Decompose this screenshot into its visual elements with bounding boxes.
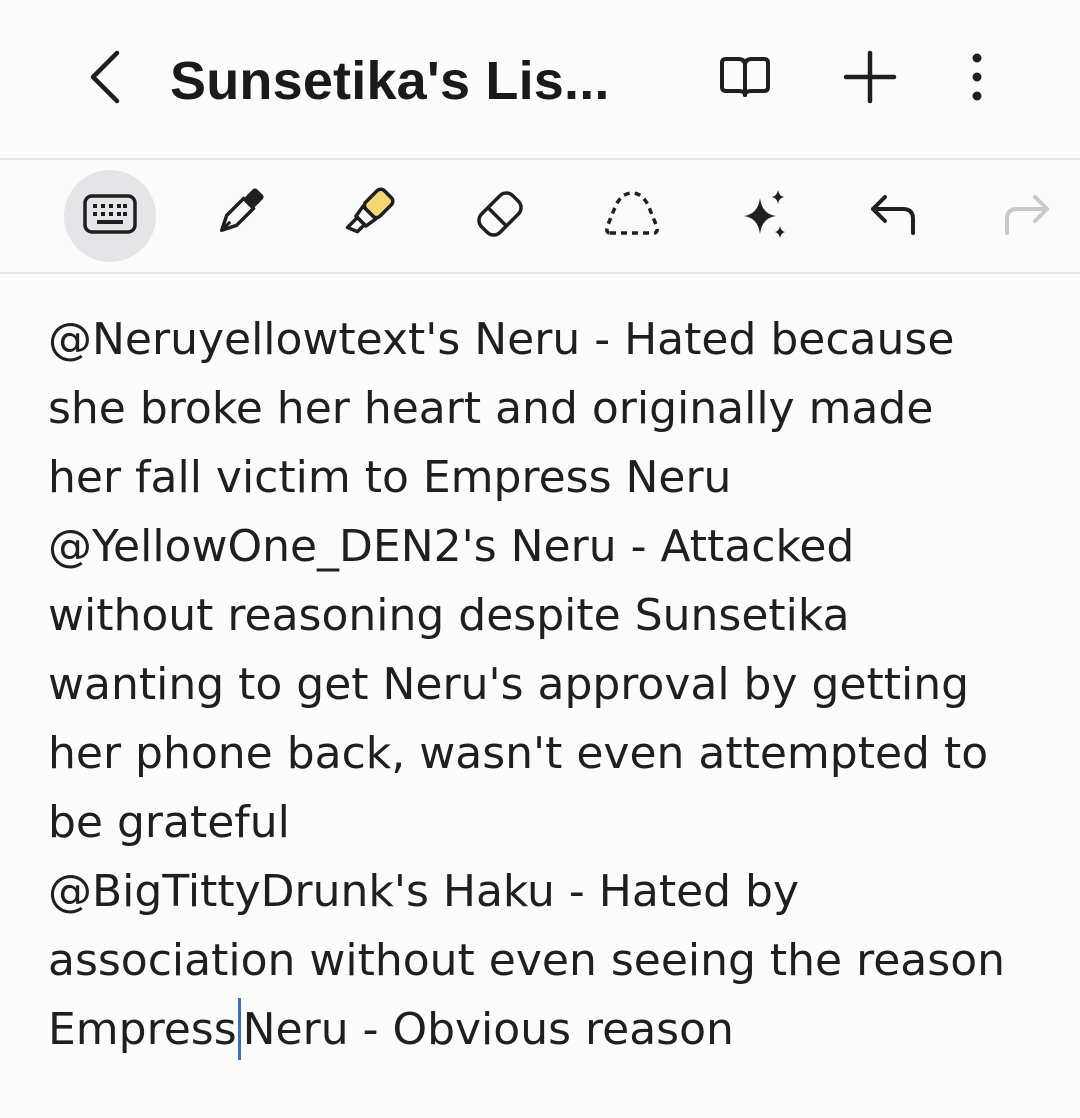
note-line: @YellowOne_DEN2's Neru - Attacked (48, 521, 855, 572)
drawing-toolbar (0, 158, 1080, 274)
undo-icon (867, 191, 921, 242)
note-line: @Neruyellowtext's Neru - Hated because (48, 314, 955, 365)
back-button[interactable] (70, 44, 140, 114)
eraser-icon (472, 186, 528, 247)
fountain-pen-icon (209, 185, 267, 248)
note-line: without reasoning despite Sunsetika (48, 590, 850, 641)
ai-assist-tool-button[interactable] (718, 170, 810, 262)
highlighter-tool-button[interactable] (322, 170, 414, 262)
lasso-select-tool-button[interactable] (586, 170, 678, 262)
pen-tool-button[interactable] (192, 170, 284, 262)
note-text-before-cursor: Empress (48, 1004, 237, 1055)
lasso-select-icon (602, 189, 662, 244)
app-header: Sunsetika's Lis... (0, 0, 1080, 158)
note-title[interactable]: Sunsetika's Lis... (170, 46, 610, 116)
plus-icon (842, 49, 898, 110)
note-line: she broke her heart and originally made (48, 383, 934, 434)
reading-mode-button[interactable] (710, 44, 780, 114)
note-line: be grateful (48, 797, 290, 848)
highlighter-icon (338, 184, 398, 249)
eraser-tool-button[interactable] (454, 170, 546, 262)
keyboard-tool-button[interactable] (64, 170, 156, 262)
more-options-button[interactable] (942, 44, 1012, 114)
note-line: wanting to get Neru's approval by gettin… (48, 659, 970, 710)
note-line-last: Empress Neru - Obvious reason (48, 995, 1048, 1064)
keyboard-icon (82, 193, 138, 240)
sparkle-icon (736, 186, 792, 247)
text-cursor (237, 998, 241, 1060)
undo-button[interactable] (848, 170, 940, 262)
chevron-left-icon (85, 47, 125, 112)
add-button[interactable] (835, 44, 905, 114)
note-line: association without even seeing the reas… (48, 935, 1005, 986)
note-text-after-cursor: Neru - Obvious reason (242, 1004, 734, 1055)
note-line: her fall victim to Empress Neru (48, 452, 732, 503)
book-icon (718, 55, 772, 104)
note-body[interactable]: @Neruyellowtext's Neru - Hated because s… (48, 305, 1048, 1064)
note-line: her phone back, wasn't even attempted to (48, 728, 989, 779)
more-vertical-icon (967, 52, 987, 107)
note-line: @BigTittyDrunk's Haku - Hated by (48, 866, 800, 917)
redo-button[interactable] (980, 170, 1072, 262)
redo-icon (999, 191, 1053, 242)
